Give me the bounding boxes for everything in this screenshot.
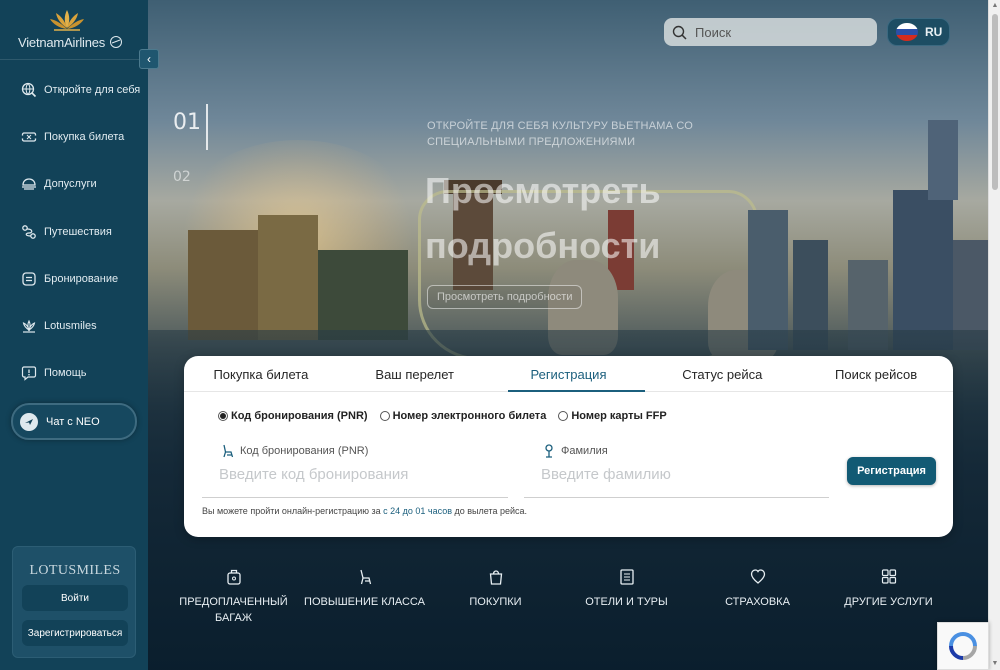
pnr-field: Код бронирования (PNR) (202, 442, 508, 498)
language-selector[interactable]: RU (887, 18, 950, 46)
lotusmiles-title: LOTUSMILES (29, 563, 121, 578)
sidebar-item-label: Покупка билета (44, 130, 125, 143)
help-icon (21, 365, 37, 382)
sidebar-item-label: Бронирование (44, 272, 119, 285)
baggage-icon (168, 568, 299, 586)
recaptcha-icon (949, 632, 977, 660)
scroll-up-icon[interactable]: ▲ (989, 0, 1000, 12)
service-hotels[interactable]: ОТЕЛИ И ТУРЫ (561, 568, 692, 626)
tab-buy-ticket[interactable]: Покупка билета (184, 356, 338, 391)
vietnam-airlines-logo[interactable]: VietnamAirlines (0, 0, 148, 60)
search-icon (672, 25, 687, 40)
lotusmiles-box: LOTUSMILES Войти Зарегистрироваться (12, 546, 136, 658)
chevron-left-icon: ‹ (147, 52, 151, 66)
checkin-note: Вы можете пройти онлайн-регистрацию за с… (202, 506, 528, 516)
pnr-field-label: Код бронирования (PNR) (221, 444, 368, 458)
checkin-submit-button[interactable]: Регистрация (847, 457, 936, 485)
service-upgrade[interactable]: ПОВЫШЕНИЕ КЛАССА (299, 568, 430, 626)
lookup-type-radios: Код бронирования (PNR) Номер электронног… (218, 410, 679, 422)
lastname-field-label: Фамилия (543, 444, 608, 458)
scrollbar-thumb[interactable] (992, 14, 998, 190)
route-icon (21, 224, 37, 240)
recaptcha-badge[interactable] (937, 622, 989, 670)
radio-dot (218, 411, 228, 421)
lastname-input[interactable] (541, 466, 821, 483)
promo-title: Просмотреть подробности (425, 170, 661, 266)
shopping-bag-icon (430, 568, 561, 586)
checkin-panel: Покупка билета Ваш перелет Регистрация С… (184, 356, 953, 537)
seat-upgrade-icon (299, 568, 430, 586)
sidebar-item-label: Путешествия (44, 225, 112, 238)
radio-dot (558, 411, 569, 421)
sidebar-item-travel[interactable]: Путешествия (0, 208, 148, 255)
scroll-down-icon[interactable]: ▼ (989, 658, 1000, 670)
booking-icon (21, 271, 37, 287)
service-shopping[interactable]: ПОКУПКИ (430, 568, 561, 626)
tab-flight-status[interactable]: Статус рейса (645, 356, 799, 391)
grid-icon (823, 568, 954, 586)
promo-subtitle: ОТКРОЙТЕ ДЛЯ СЕБЯ КУЛЬТУРУ ВЬЕТНАМА СО С… (427, 120, 694, 148)
slide-indicator: 01 02 (173, 110, 201, 219)
lotus-icon (21, 318, 37, 334)
sidebar-item-help[interactable]: Помощь (0, 350, 148, 397)
radio-eticket[interactable]: Номер электронного билета (379, 410, 547, 422)
globe-search-icon (21, 82, 37, 98)
service-baggage[interactable]: ПРЕДОПЛАЧЕННЫЙ БАГАЖ (168, 568, 299, 626)
sidebar-nav: Откройте для себя Покупка билета Допуслу… (0, 66, 148, 397)
lotus-logo-icon (50, 10, 84, 31)
sidebar-item-label: Помощь (44, 367, 87, 380)
radio-ffp[interactable]: Номер карты FFP (558, 410, 667, 422)
panel-tabs: Покупка билета Ваш перелет Регистрация С… (184, 356, 953, 392)
hotel-icon (561, 568, 692, 586)
promo-details-button[interactable]: Просмотреть подробности (427, 285, 583, 309)
register-button[interactable]: Зарегистрироваться (22, 620, 128, 646)
slide-number[interactable]: 02 (173, 169, 201, 185)
sidebar-item-label: Откройте для себя (44, 83, 141, 96)
radio-dot (379, 411, 390, 421)
radio-label: Код бронирования (PNR) (231, 410, 368, 422)
radio-pnr[interactable]: Код бронирования (PNR) (218, 410, 368, 422)
slide-number[interactable]: 01 (173, 110, 201, 135)
chat-label: Чат с NEO (46, 415, 100, 428)
search-box[interactable] (664, 18, 877, 46)
sidebar: VietnamAirlines Откройте для себя Покупк… (0, 0, 148, 670)
tab-your-flight[interactable]: Ваш перелет (338, 356, 492, 391)
seat-icon (221, 444, 234, 458)
service-other[interactable]: ДРУГИЕ УСЛУГИ (823, 568, 954, 626)
search-input[interactable] (695, 24, 865, 40)
chat-neo-button[interactable]: Чат с NEO (11, 403, 137, 440)
sidebar-item-buy-ticket[interactable]: Покупка билета (0, 113, 148, 160)
sidebar-item-label: Допуслуги (44, 178, 97, 191)
tab-flight-search[interactable]: Поиск рейсов (799, 356, 953, 391)
insurance-icon (692, 568, 823, 586)
pnr-input[interactable] (219, 466, 499, 483)
services-row: ПРЕДОПЛАЧЕННЫЙ БАГАЖ ПОВЫШЕНИЕ КЛАССА ПО… (168, 568, 968, 626)
service-insurance[interactable]: СТРАХОВКА (692, 568, 823, 626)
chatbot-icon (20, 412, 38, 431)
sidebar-item-extra-services[interactable]: Допуслуги (0, 161, 148, 208)
sidebar-item-booking[interactable]: Бронирование (0, 255, 148, 302)
collapse-sidebar-button[interactable]: ‹ (139, 49, 159, 69)
radio-label: Номер карты FFP (571, 410, 667, 422)
lastname-field: Фамилия (524, 442, 829, 498)
language-code: RU (925, 25, 943, 39)
sidebar-item-discover[interactable]: Откройте для себя (0, 66, 148, 113)
russia-flag-icon (896, 23, 918, 41)
logo-text: VietnamAirlines (18, 35, 123, 50)
tab-checkin[interactable]: Регистрация (492, 356, 646, 392)
services-icon (21, 176, 37, 192)
skyteam-icon (109, 36, 122, 48)
person-icon (543, 444, 555, 458)
radio-label: Номер электронного билета (392, 410, 547, 422)
login-button[interactable]: Войти (22, 585, 128, 611)
page-scrollbar[interactable]: ▲ ▼ (988, 0, 1000, 670)
sidebar-item-lotusmiles[interactable]: Lotusmiles (0, 302, 148, 349)
ticket-icon (21, 129, 37, 145)
sidebar-item-label: Lotusmiles (44, 320, 97, 333)
